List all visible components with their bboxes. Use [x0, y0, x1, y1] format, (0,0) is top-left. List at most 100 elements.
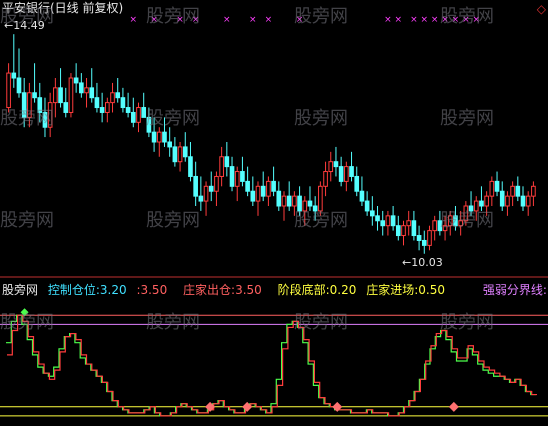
- candle-body: [401, 225, 406, 237]
- candle-body: [307, 200, 313, 207]
- candle-body: [245, 180, 250, 192]
- candle-body: [120, 97, 126, 109]
- candle-body: [53, 87, 58, 104]
- candle-body: [463, 205, 469, 222]
- chart-title: 平安银行(日线 前复权): [2, 1, 124, 15]
- x-marker: ×: [150, 15, 158, 25]
- indicator-name: 股旁网: [2, 283, 39, 297]
- candle-body: [318, 185, 323, 212]
- diamond-control-icon[interactable]: ◇: [537, 2, 546, 16]
- candle-body: [167, 141, 172, 148]
- high-price-value: 14.49: [13, 19, 45, 32]
- indicator-value: 0.20: [329, 283, 357, 297]
- candle-body: [292, 195, 297, 207]
- candle-body: [125, 107, 131, 113]
- candle-body: [255, 185, 261, 202]
- candle-body: [505, 195, 510, 207]
- candle-body: [515, 185, 521, 197]
- candle-body: [11, 72, 17, 79]
- candle-body: [79, 82, 84, 94]
- candle-body: [172, 146, 178, 163]
- candle-body: [421, 239, 427, 246]
- candle-body: [447, 215, 453, 227]
- candle-body: [68, 77, 74, 113]
- indicator-item-dealer-exit: 庄家出仓:3.50: [183, 283, 266, 297]
- candle-body: [146, 116, 152, 133]
- indicator-item-stage-bottom: 阶段底部:0.20: [278, 283, 361, 297]
- candle-body: [333, 161, 339, 168]
- arrow-left-icon: ←: [402, 256, 412, 269]
- candle-body: [214, 175, 219, 192]
- indicator-value: 0.50: [418, 283, 445, 297]
- candle-body: [302, 200, 308, 212]
- x-marker: ×: [130, 15, 138, 25]
- candle-body: [99, 107, 105, 113]
- candle-body: [427, 230, 432, 246]
- candle-body: [489, 180, 495, 197]
- oscillator-line-red: [7, 314, 537, 417]
- candle-body: [224, 156, 230, 168]
- x-marker: ×: [296, 15, 304, 25]
- indicator-value: 3.50: [140, 283, 168, 297]
- signal-diamond: [448, 401, 459, 412]
- candle-body: [198, 195, 204, 202]
- candle-body: [84, 87, 89, 94]
- candle-body: [375, 215, 380, 222]
- candle-body: [37, 97, 43, 113]
- candle-body: [338, 166, 344, 182]
- x-marker: ×: [421, 15, 429, 25]
- candle-body: [328, 161, 334, 173]
- candle-body: [468, 205, 474, 212]
- x-marker: ×: [462, 15, 470, 25]
- candle-body: [250, 190, 256, 202]
- candle-body: [432, 220, 437, 232]
- indicator-value: 3.50: [235, 283, 262, 297]
- candle-body: [105, 102, 110, 113]
- candle-body: [156, 131, 162, 143]
- candle-body: [354, 175, 360, 192]
- indicator-item-control-position: 控制仓位:3.20: [48, 283, 131, 297]
- candle-body: [473, 200, 479, 212]
- candle-body: [437, 220, 443, 232]
- candle-body: [136, 107, 141, 123]
- x-marker: ×: [431, 15, 439, 25]
- indicator-label: 强弱分界线:: [482, 283, 547, 297]
- x-marker: ×: [410, 15, 418, 25]
- candle-body: [281, 195, 287, 207]
- high-price-label: ←14.49: [4, 19, 45, 33]
- candle-body: [203, 185, 209, 202]
- candle-body: [411, 220, 417, 237]
- candle-body: [130, 111, 136, 123]
- candle-body: [271, 180, 276, 192]
- indicator-item-second: :3.50: [136, 283, 171, 297]
- arrow-left-icon: ←: [4, 19, 14, 32]
- indicator-legend: 股旁网 控制仓位:3.20 :3.50 庄家出仓:3.50 阶段底部:0.20 …: [2, 283, 548, 297]
- candle-body: [525, 195, 531, 207]
- x-marker: ×: [192, 15, 200, 25]
- oscillator-line-green: [6, 314, 536, 417]
- candle-body: [188, 156, 193, 177]
- indicator-item-strength-line: 强弱分界线:1.: [483, 283, 548, 297]
- candle-body: [484, 195, 489, 207]
- x-marker: ×: [223, 15, 231, 25]
- x-marker: ×: [176, 15, 184, 25]
- candle-body: [58, 87, 63, 104]
- candle-body: [286, 195, 292, 207]
- candle-body: [63, 102, 69, 113]
- candle-body: [406, 220, 412, 227]
- indicator-item-dealer-entry: 庄家进场:0.50: [366, 283, 449, 297]
- candle-body: [520, 195, 526, 207]
- candle-body: [27, 92, 32, 118]
- low-price-label: ←10.03: [402, 256, 443, 270]
- candle-body: [177, 146, 183, 163]
- candle-body: [42, 111, 48, 128]
- candle-body: [494, 180, 500, 192]
- x-marker: ×: [249, 15, 257, 25]
- indicator-value: 3.20: [99, 283, 127, 297]
- indicator-label: 阶段底部:: [277, 283, 330, 297]
- candle-body: [182, 146, 188, 158]
- candle-body: [151, 131, 157, 143]
- candle-body: [73, 77, 79, 84]
- candle-body: [219, 156, 224, 177]
- candle-body: [349, 166, 354, 177]
